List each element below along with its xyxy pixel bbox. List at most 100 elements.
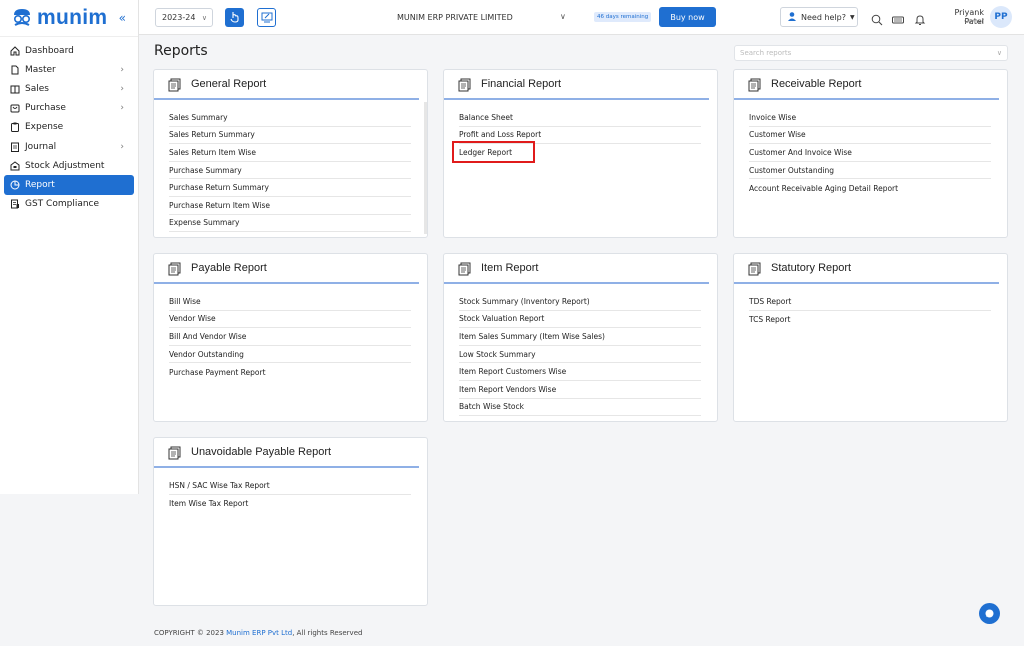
company-link[interactable]: Munim ERP Pvt Ltd	[226, 629, 292, 637]
sidebar-item-label: Purchase	[25, 103, 66, 114]
card-header: Item Report	[444, 254, 709, 284]
collapse-sidebar-icon[interactable]: «	[119, 11, 126, 25]
report-link[interactable]: Sales Summary	[169, 109, 411, 127]
report-link[interactable]: Account Receivable Aging Detail Report	[749, 179, 991, 197]
year-value: 2023-24	[162, 13, 196, 22]
brand-name: munim	[37, 6, 108, 29]
keyboard-icon[interactable]	[892, 11, 904, 24]
book-icon	[9, 83, 21, 95]
report-link[interactable]: Item Sales Summary (Item Wise Sales)	[459, 328, 701, 346]
topbar: 2023-24 ∨ MUNIM ERP PRIVATE LIMITED ∨ 46…	[139, 0, 1024, 35]
search-placeholder: Search reports	[740, 49, 792, 57]
report-link[interactable]: TCS Report	[749, 311, 991, 329]
sidebar-item-report[interactable]: Report	[4, 175, 134, 195]
report-link[interactable]: Sales Return Summary	[169, 127, 411, 145]
card-header: Receivable Report	[734, 70, 999, 100]
company-name[interactable]: MUNIM ERP PRIVATE LIMITED	[397, 13, 513, 22]
report-link[interactable]: Low Stock Summary	[459, 346, 701, 364]
home-icon	[9, 45, 21, 57]
quick-entry-button[interactable]	[257, 8, 276, 27]
report-link[interactable]: Item Report Vendors Wise	[459, 381, 701, 399]
report-list: Stock Summary (Inventory Report) Stock V…	[444, 284, 717, 417]
report-link[interactable]: TDS Report	[749, 293, 991, 311]
chat-bubble-icon	[984, 604, 995, 623]
footer: COPYRIGHT © 2023 Munim ERP Pvt Ltd, All …	[154, 629, 362, 637]
gst-icon	[9, 198, 21, 210]
logo[interactable]: munim	[0, 0, 138, 37]
card-title: Receivable Report	[771, 78, 862, 90]
card-header: General Report	[154, 70, 419, 100]
report-link[interactable]: Invoice Wise	[749, 109, 991, 127]
report-link[interactable]: Customer Outstanding	[749, 162, 991, 180]
chevron-right-icon: ›	[120, 103, 124, 114]
report-doc-icon	[748, 261, 762, 276]
sidebar-item-journal[interactable]: Journal ›	[0, 137, 138, 156]
search-icon[interactable]	[871, 11, 883, 26]
sidebar-item-expense[interactable]: Expense	[0, 118, 138, 137]
bell-icon[interactable]	[914, 11, 926, 25]
highlight-box	[452, 141, 535, 163]
report-card-general: General Report Sales Summary Sales Retur…	[153, 69, 428, 238]
report-link[interactable]: Bill Wise	[169, 293, 411, 311]
file-icon	[9, 64, 21, 76]
stock-icon	[9, 160, 21, 172]
clipboard-icon	[9, 121, 21, 133]
report-card-statutory: Statutory Report TDS Report TCS Report	[733, 253, 1008, 422]
report-link[interactable]: Customer And Invoice Wise	[749, 144, 991, 162]
report-link[interactable]: Vendor Wise	[169, 311, 411, 329]
sidebar-item-stock-adjustment[interactable]: Stock Adjustment	[0, 156, 138, 175]
scrollbar[interactable]	[424, 102, 427, 234]
report-link[interactable]: Purchase Return Summary	[169, 179, 411, 197]
need-help-label: Need help?	[801, 12, 846, 22]
sidebar-item-label: Stock Adjustment	[25, 160, 105, 171]
sidebar: munim « Dashboard Master › Sales › Purch…	[0, 0, 139, 494]
support-agent-icon	[787, 11, 797, 23]
card-title: Financial Report	[481, 78, 562, 90]
sidebar-item-label: Dashboard	[25, 45, 74, 56]
report-link[interactable]: Stock Summary (Inventory Report)	[459, 293, 701, 311]
card-title: Item Report	[481, 262, 539, 274]
card-header: Payable Report	[154, 254, 419, 284]
report-link[interactable]: Purchase Payment Report	[169, 363, 411, 381]
report-list: Bill Wise Vendor Wise Bill And Vendor Wi…	[154, 284, 427, 381]
report-link[interactable]: Bill And Vendor Wise	[169, 328, 411, 346]
chat-button[interactable]	[979, 603, 1000, 624]
chevron-down-icon: ∨	[996, 49, 1002, 57]
sidebar-item-gst-compliance[interactable]: GST Compliance	[0, 195, 138, 214]
report-link[interactable]: Sales Return Item Wise	[169, 144, 411, 162]
sidebar-item-purchase[interactable]: Purchase ›	[0, 99, 138, 118]
chevron-down-icon: ∨	[201, 13, 207, 22]
sidebar-item-label: Expense	[25, 122, 64, 133]
report-link[interactable]: Purchase Return Item Wise	[169, 197, 411, 215]
report-link[interactable]: Vendor Outstanding	[169, 346, 411, 364]
journal-icon	[9, 141, 21, 153]
copyright-text: COPYRIGHT © 2023	[154, 629, 227, 637]
report-link[interactable]: HSN / SAC Wise Tax Report	[169, 477, 411, 495]
report-link[interactable]: Batch Wise Stock	[459, 399, 701, 417]
avatar[interactable]: PP	[990, 6, 1012, 28]
search-reports-input[interactable]: Search reports ∨	[734, 45, 1008, 61]
chevron-right-icon: ›	[120, 83, 124, 94]
report-doc-icon	[748, 77, 762, 92]
sidebar-item-label: Sales	[25, 83, 49, 94]
report-link[interactable]: Purchase Summary	[169, 162, 411, 180]
need-help-button[interactable]: Need help? ▼	[780, 7, 858, 27]
card-title: Statutory Report	[771, 262, 852, 274]
report-link[interactable]: Customer Wise	[749, 127, 991, 145]
report-link[interactable]: Balance Sheet	[459, 109, 701, 127]
report-card-payable: Payable Report Bill Wise Vendor Wise Bil…	[153, 253, 428, 422]
financial-year-select[interactable]: 2023-24 ∨	[155, 8, 213, 27]
sidebar-item-dashboard[interactable]: Dashboard	[0, 41, 138, 60]
report-link[interactable]: Expense Summary	[169, 215, 411, 233]
chevron-down-icon[interactable]: ∨	[560, 12, 566, 21]
bag-icon	[9, 102, 21, 114]
tap-button[interactable]	[225, 8, 244, 27]
report-link[interactable]: Item Report Customers Wise	[459, 363, 701, 381]
sidebar-item-master[interactable]: Master ›	[0, 60, 138, 79]
buy-now-button[interactable]: Buy now	[659, 7, 716, 27]
report-card-receivable: Receivable Report Invoice Wise Customer …	[733, 69, 1008, 238]
report-link[interactable]: Stock Valuation Report	[459, 311, 701, 329]
sidebar-item-sales[interactable]: Sales ›	[0, 79, 138, 98]
report-card-item: Item Report Stock Summary (Inventory Rep…	[443, 253, 718, 422]
report-link[interactable]: Item Wise Tax Report	[169, 495, 411, 513]
